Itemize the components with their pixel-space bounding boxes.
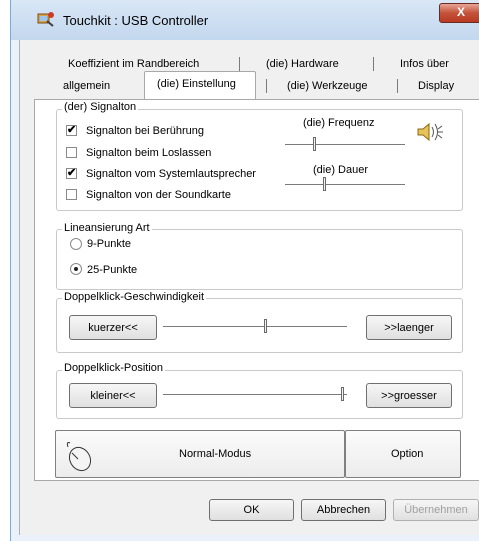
title-bar[interactable]: Touchkit : USB Controller X	[11, 0, 479, 40]
geschwindigkeit-slider-thumb[interactable]	[264, 319, 267, 333]
geschwindigkeit-slider-track[interactable]	[163, 326, 347, 327]
tab-einstellung-label: (die) Einstellung	[157, 78, 236, 90]
abbrechen-button[interactable]: Abbrechen	[301, 499, 386, 521]
doppelklick-position-title: Doppelklick-Position	[62, 362, 166, 374]
tab-separator	[239, 57, 240, 71]
checkbox-systemlautsprecher[interactable]: ✔	[66, 168, 77, 179]
dauer-slider-track[interactable]	[285, 184, 405, 185]
position-slider-thumb[interactable]	[341, 387, 344, 401]
speaker-icon[interactable]	[416, 121, 444, 143]
doppelklick-geschwindigkeit-title: Doppelklick-Geschwindigkeit	[62, 291, 207, 303]
label-soundkarte: Signalton von der Soundkarte	[86, 189, 231, 201]
tab-hardware[interactable]: (die) Hardware	[266, 58, 339, 70]
dauer-label: (die) Dauer	[313, 164, 369, 176]
laenger-button[interactable]: >>laenger	[366, 315, 452, 340]
tab-einstellung-active[interactable]: (die) Einstellung	[144, 71, 256, 101]
mouse-icon	[64, 439, 98, 473]
checkbox-soundkarte[interactable]	[66, 189, 77, 200]
checkbox-beruehrung[interactable]: ✔	[66, 125, 77, 136]
tab-koeffizient[interactable]: Koeffizient im Randbereich	[68, 58, 199, 70]
dauer-slider-thumb[interactable]	[323, 177, 326, 191]
label-9-punkte: 9-Punkte	[87, 238, 132, 250]
close-icon: X	[456, 5, 465, 19]
close-button[interactable]: X	[439, 3, 479, 23]
checkbox-loslassen[interactable]	[66, 147, 77, 158]
signalton-group-title: (der) Signalton	[62, 101, 139, 113]
ok-button[interactable]: OK	[209, 499, 294, 521]
radio-25-punkte[interactable]	[70, 263, 82, 275]
tab-separator	[373, 57, 374, 71]
tab-allgemein[interactable]: allgemein	[63, 80, 110, 92]
label-beruehrung: Signalton bei Berührung	[86, 125, 205, 137]
tab-display[interactable]: Display	[418, 80, 454, 92]
check-icon: ✔	[67, 124, 77, 136]
normal-modus-label: Normal-Modus	[179, 448, 252, 460]
tab-werkzeuge[interactable]: (die) Werkzeuge	[287, 80, 368, 92]
label-systemlautsprecher: Signalton vom Systemlautsprecher	[86, 168, 256, 180]
normal-modus-button[interactable]: Normal-Modus	[55, 430, 345, 478]
kuerzer-button[interactable]: kuerzer<<	[69, 315, 157, 340]
window-title: Touchkit : USB Controller	[63, 13, 209, 28]
groesser-button[interactable]: >>groesser	[366, 383, 452, 408]
check-icon: ✔	[67, 167, 77, 179]
label-25-punkte: 25-Punkte	[87, 264, 138, 276]
position-slider-track[interactable]	[163, 394, 347, 395]
radio-selected-dot	[74, 267, 78, 271]
frequenz-slider-thumb[interactable]	[313, 137, 316, 151]
tab-separator	[397, 79, 398, 93]
frequenz-label: (die) Frequenz	[303, 117, 375, 129]
option-button[interactable]: Option	[345, 430, 461, 478]
uebernehmen-button[interactable]: Übernehmen	[393, 499, 479, 521]
radio-9-punkte[interactable]	[70, 238, 82, 250]
option-label: Option	[391, 448, 424, 460]
tab-infos[interactable]: Infos über	[400, 58, 449, 70]
app-icon	[37, 11, 55, 27]
tab-separator	[266, 79, 267, 93]
frequenz-slider-track[interactable]	[285, 144, 405, 145]
kleiner-button[interactable]: kleiner<<	[69, 383, 157, 408]
label-loslassen: Signalton beim Loslassen	[86, 147, 212, 159]
linearisierung-group-title: Lineansierung Art	[62, 222, 152, 234]
